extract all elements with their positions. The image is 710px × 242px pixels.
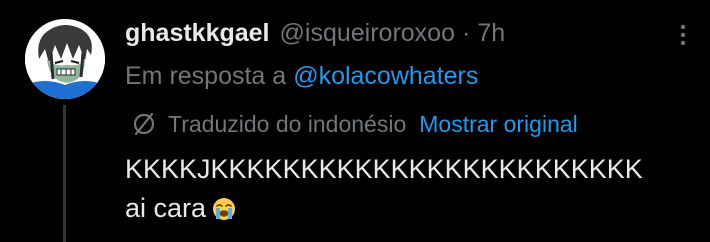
tweet-header: ghastkkgael @isqueiroroxoo · 7h xyxy=(125,14,505,52)
tweet-timestamp[interactable]: 7h xyxy=(477,19,505,48)
avatar[interactable] xyxy=(25,19,105,99)
tweet-text: KKKKJKKKKKKKKKKKKKKKKKKKKKKKK ai cara xyxy=(125,150,643,228)
translation-notice: Traduzido do indonésio Mostrar original xyxy=(130,106,578,142)
loudly-crying-face-icon xyxy=(212,193,236,220)
translated-from-label: Traduzido do indonésio xyxy=(168,110,407,137)
reply-to-mention-link[interactable]: @kolacowhaters xyxy=(293,62,478,91)
tweet-reply[interactable]: ghastkkgael @isqueiroroxoo · 7h Em respo… xyxy=(0,0,710,242)
tweet-text-line-2-text: ai cara xyxy=(125,193,207,223)
user-handle[interactable]: @isqueiroroxoo xyxy=(280,19,455,48)
translate-globe-icon xyxy=(130,110,158,138)
reply-context: Em resposta a @kolacowhaters xyxy=(125,57,478,95)
display-name[interactable]: ghastkkgael xyxy=(125,19,270,48)
show-original-link[interactable]: Mostrar original xyxy=(419,111,578,138)
separator-dot: · xyxy=(461,18,471,47)
tweet-text-line-2: ai cara xyxy=(125,189,643,228)
more-options-icon[interactable] xyxy=(668,20,698,50)
tweet-text-line-1: KKKKJKKKKKKKKKKKKKKKKKKKKKKKK xyxy=(125,154,643,184)
avatar-image xyxy=(25,19,105,99)
reply-prefix-label: Em resposta a xyxy=(125,61,287,90)
thread-connector-line xyxy=(63,105,66,242)
